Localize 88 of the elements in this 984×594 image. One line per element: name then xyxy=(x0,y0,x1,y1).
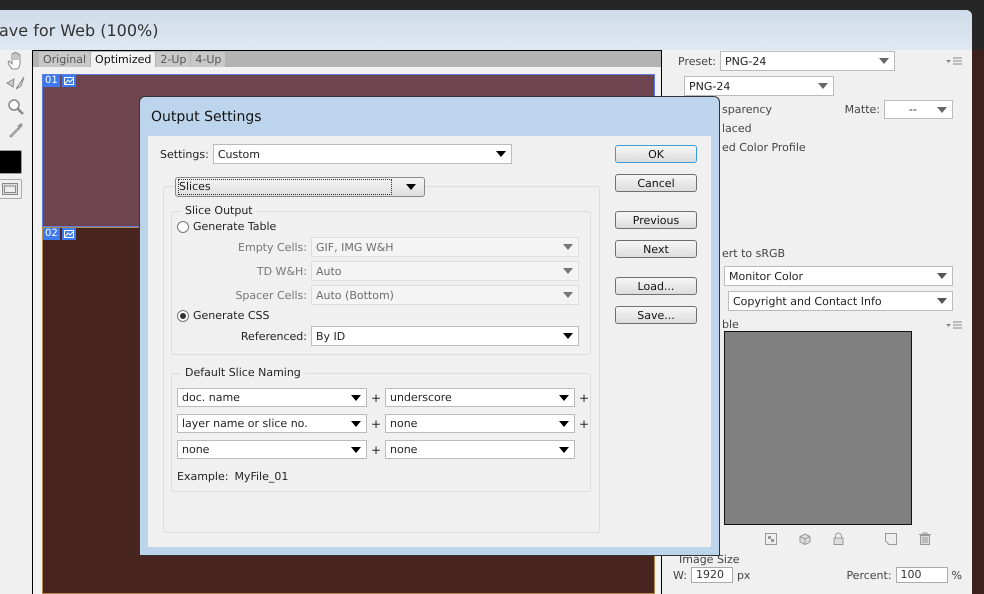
preview-button[interactable] xyxy=(0,179,22,199)
caret-icon xyxy=(351,394,361,400)
dialog-button[interactable]: Previous xyxy=(615,211,697,229)
eyedropper-icon[interactable] xyxy=(7,121,25,139)
view-tab[interactable]: 2-Up xyxy=(156,52,190,67)
radio-label: Generate Table xyxy=(193,220,276,233)
percent-label: Percent: xyxy=(846,568,892,582)
caret-icon xyxy=(406,184,416,190)
caret-icon xyxy=(563,244,573,250)
preview-dropdown[interactable]: Monitor Color xyxy=(724,266,953,286)
plus-sign: + xyxy=(579,390,589,404)
group-title: Slice Output xyxy=(181,204,257,217)
color-swatch[interactable] xyxy=(0,150,22,174)
caret-icon xyxy=(879,58,890,64)
caret-icon xyxy=(818,83,828,89)
field-label: Empty Cells: xyxy=(237,240,307,254)
caret-icon xyxy=(563,333,573,339)
dialog-button[interactable]: Cancel xyxy=(615,174,697,192)
caret-icon xyxy=(351,446,361,452)
naming-dropdown[interactable]: layer name or slice no. xyxy=(177,414,367,433)
example-label: Example: xyxy=(177,470,228,483)
caret-icon xyxy=(496,151,506,157)
naming-dropdown[interactable]: none xyxy=(385,414,575,433)
dialog-button[interactable]: Load... xyxy=(615,277,697,295)
naming-dropdown[interactable]: doc. name xyxy=(177,388,367,407)
plus-sign: + xyxy=(371,390,381,404)
example-value: MyFile_01 xyxy=(234,470,288,483)
slice-number: 01 xyxy=(43,75,60,87)
metadata-dropdown[interactable]: Copyright and Contact Info xyxy=(728,291,953,311)
checkerboard-icon[interactable] xyxy=(765,532,777,544)
field-label: Referenced: xyxy=(240,330,307,342)
caret-icon xyxy=(351,420,361,426)
option-label: ed Color Profile xyxy=(722,141,806,154)
width-field[interactable]: 1920 xyxy=(690,567,733,583)
dialog-title: Output Settings xyxy=(151,108,262,124)
trash-icon[interactable] xyxy=(919,532,931,545)
convert-label: ert to sRGB xyxy=(722,247,786,260)
naming-dropdown[interactable]: underscore xyxy=(385,388,575,407)
option-label: laced xyxy=(722,122,752,135)
caret-icon xyxy=(937,298,947,304)
view-tab[interactable]: 4-Up xyxy=(191,52,226,67)
window-title: ave for Web (100%) xyxy=(0,20,158,40)
plus-sign: + xyxy=(371,442,381,456)
radio-label: Generate CSS xyxy=(193,309,270,322)
color-table-title: ble xyxy=(722,318,739,331)
image-size-title: Image Size xyxy=(679,553,740,566)
plus-sign: + xyxy=(371,416,381,430)
settings-dropdown[interactable]: Custom xyxy=(212,144,512,164)
group-title: Default Slice Naming xyxy=(181,366,305,379)
caret-icon xyxy=(559,446,569,452)
width-label: W: xyxy=(673,568,687,582)
option-dropdown[interactable]: By ID xyxy=(311,326,579,346)
preset-label: Preset: xyxy=(678,54,716,68)
caret-icon xyxy=(563,268,573,274)
option-label: sparency xyxy=(722,103,772,116)
slice-number: 02 xyxy=(43,228,60,240)
percent-unit: % xyxy=(952,568,962,582)
plus-sign: + xyxy=(579,416,589,430)
panel-menu-icon[interactable] xyxy=(946,320,962,328)
caret-icon xyxy=(559,394,569,400)
naming-dropdown[interactable]: none xyxy=(177,440,367,459)
panel-menu-icon[interactable] xyxy=(946,57,962,65)
percent-field[interactable]: 100 xyxy=(896,567,948,583)
caret-icon xyxy=(937,273,947,279)
caret-icon xyxy=(563,292,573,298)
dialog-button[interactable]: OK xyxy=(615,145,697,163)
new-swatch-icon[interactable] xyxy=(885,532,897,544)
settings-label: Settings: xyxy=(160,148,209,160)
view-tab[interactable]: Optimized xyxy=(91,52,156,67)
caret-icon xyxy=(559,420,569,426)
preset-dropdown[interactable]: PNG-24 xyxy=(720,51,896,71)
field-label: Spacer Cells: xyxy=(234,288,307,302)
naming-dropdown[interactable]: none xyxy=(385,440,575,459)
radio-button[interactable] xyxy=(177,220,189,232)
section-dropdown[interactable]: Slices xyxy=(175,177,425,197)
field-label: TD W&H: xyxy=(256,264,307,278)
matte-dropdown[interactable]: -- xyxy=(884,100,953,119)
caret-icon xyxy=(937,106,947,112)
dialog-button[interactable]: Next xyxy=(615,240,697,258)
zoom-icon[interactable] xyxy=(7,98,25,116)
dialog-button[interactable]: Save... xyxy=(615,306,697,324)
cube-icon[interactable] xyxy=(799,532,811,544)
matte-label: Matte: xyxy=(844,103,880,116)
lock-icon[interactable] xyxy=(833,532,844,545)
view-tab[interactable]: Original xyxy=(39,52,90,67)
radio-button[interactable] xyxy=(177,310,189,322)
format-dropdown[interactable]: PNG-24 xyxy=(684,76,834,96)
unit-label: px xyxy=(736,568,750,582)
